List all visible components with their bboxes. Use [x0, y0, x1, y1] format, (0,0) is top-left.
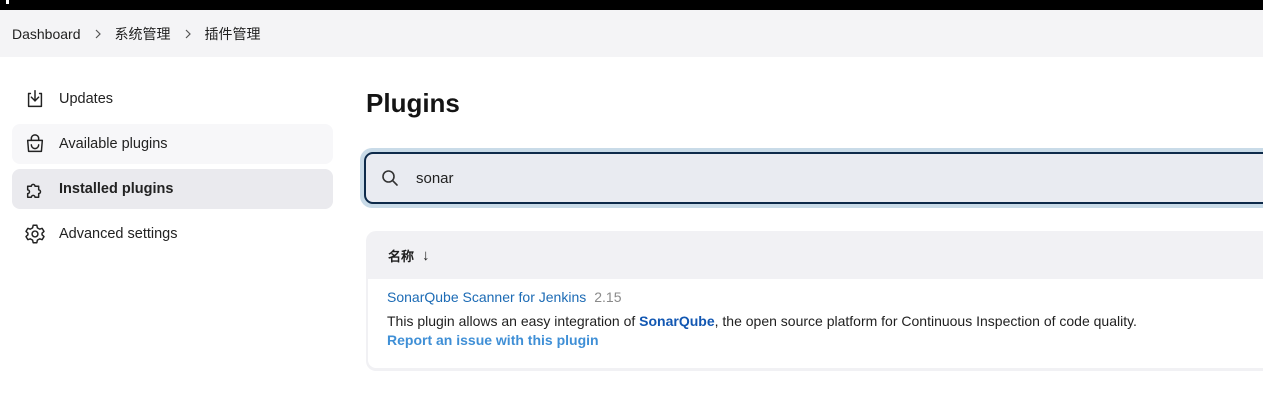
sidebar-item-advanced-settings[interactable]: Advanced settings [12, 214, 333, 254]
top-header-bar [0, 0, 1263, 10]
sidebar-item-available-plugins[interactable]: Available plugins [12, 124, 333, 164]
chevron-right-icon [81, 29, 115, 39]
search-focus-ring [360, 148, 1263, 208]
sidebar: Updates Available plugins Installed plug… [12, 79, 333, 259]
plugin-title-line: SonarQube Scanner for Jenkins 2.15 [387, 289, 1263, 305]
chevron-right-icon [171, 29, 205, 39]
table-row: SonarQube Scanner for Jenkins 2.15 This … [368, 279, 1263, 368]
breadcrumb-system-management[interactable]: 系统管理 [115, 24, 171, 44]
header-logo-fragment [6, 0, 9, 4]
search-icon [382, 170, 398, 186]
sidebar-item-label: Advanced settings [59, 226, 178, 242]
description-suffix: , the open source platform for Continuou… [714, 313, 1137, 329]
sidebar-item-label: Installed plugins [59, 181, 174, 197]
sidebar-item-installed-plugins[interactable]: Installed plugins [12, 169, 333, 209]
plugin-version: 2.15 [594, 289, 622, 305]
sidebar-item-label: Available plugins [59, 136, 168, 152]
search-input[interactable] [414, 168, 1263, 188]
sidebar-item-updates[interactable]: Updates [12, 79, 333, 119]
sort-arrow-icon[interactable]: ↓ [422, 247, 430, 264]
gear-icon [23, 222, 47, 246]
table-header: 名称 ↓ [366, 231, 1263, 279]
plugin-description: This plugin allows an easy integration o… [387, 313, 1263, 329]
report-issue-link[interactable]: Report an issue with this plugin [387, 332, 1263, 348]
breadcrumb-plugin-management[interactable]: 插件管理 [205, 24, 261, 44]
puzzle-icon [23, 177, 47, 201]
sonarqube-link[interactable]: SonarQube [639, 313, 714, 329]
plugin-name-link[interactable]: SonarQube Scanner for Jenkins [387, 289, 586, 305]
description-prefix: This plugin allows an easy integration o… [387, 313, 640, 329]
breadcrumb: Dashboard 系统管理 插件管理 [0, 10, 1263, 57]
search-box [364, 152, 1263, 204]
plugins-table: 名称 ↓ SonarQube Scanner for Jenkins 2.15 … [366, 231, 1263, 371]
sidebar-item-label: Updates [59, 91, 114, 107]
download-icon [23, 87, 47, 111]
page-title: Plugins [366, 88, 460, 118]
breadcrumb-dashboard[interactable]: Dashboard [12, 26, 81, 42]
column-header-name[interactable]: 名称 [388, 246, 414, 265]
shopping-bag-icon [23, 132, 47, 156]
